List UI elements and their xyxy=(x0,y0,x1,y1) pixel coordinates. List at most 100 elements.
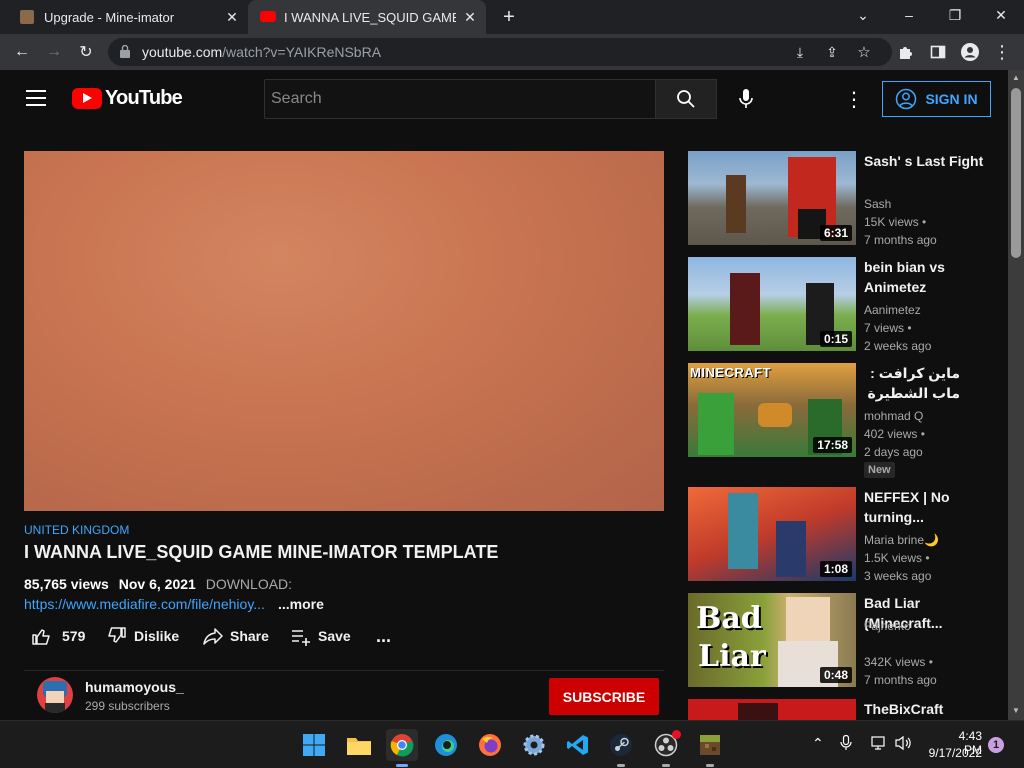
firefox-icon[interactable] xyxy=(474,729,506,761)
profile-avatar-icon[interactable] xyxy=(958,40,982,64)
mine-imator-favicon-icon xyxy=(20,10,34,24)
suggested-video-title[interactable]: Sash' s Last Fight xyxy=(864,151,984,171)
more-actions-button[interactable]: ... xyxy=(376,622,391,650)
suggested-channel[interactable]: Aanimetez xyxy=(864,303,921,317)
suggested-video[interactable]: 6:31 Sash' s Last Fight Sash 15K views •… xyxy=(688,151,998,251)
scroll-down-arrow-icon[interactable]: ▼ xyxy=(1012,706,1020,715)
microphone-icon xyxy=(739,89,753,108)
suggested-channel[interactable]: Fajnerko xyxy=(864,619,911,633)
extensions-puzzle-icon[interactable] xyxy=(894,40,918,64)
new-badge: New xyxy=(864,462,895,478)
video-thumbnail[interactable]: 0:15 xyxy=(688,257,856,351)
tab-title: I WANNA LIVE_SQUID GAME MINE xyxy=(284,10,456,25)
show-more-link[interactable]: ...more xyxy=(278,596,324,612)
youtube-wordmark: YouTube xyxy=(105,86,183,109)
new-tab-button[interactable]: + xyxy=(498,6,520,28)
suggested-video[interactable]: MINECRAFT 17:58 ماين كرافت : ماب الشطيرة… xyxy=(688,363,998,481)
tab-upgrade-mine-imator[interactable]: Upgrade - Mine-imator ✕ xyxy=(8,0,246,34)
suggested-age: 2 weeks ago xyxy=(864,339,932,353)
clock-date[interactable]: 9/17/2022 xyxy=(926,746,982,760)
youtube-logo[interactable]: YouTube xyxy=(72,86,183,109)
account-circle-icon xyxy=(896,88,917,110)
suggested-channel[interactable]: Maria brine🌙 xyxy=(864,533,939,547)
video-title: I WANNA LIVE_SQUID GAME MINE-IMATOR TEMP… xyxy=(24,542,499,562)
suggested-video-title[interactable]: ماين كرافت : ماب الشطيرة (المواجهة... xyxy=(864,363,960,403)
suggested-video[interactable]: TheBixCraft xyxy=(688,699,998,720)
thumbs-up-icon xyxy=(32,629,50,645)
video-thumbnail[interactable] xyxy=(688,699,856,720)
youtube-header: YouTube ⋮ SIGN IN xyxy=(0,70,1008,126)
scroll-up-arrow-icon[interactable]: ▲ xyxy=(1012,73,1020,82)
minimize-button[interactable]: – xyxy=(886,0,932,30)
description-link[interactable]: https://www.mediafire.com/file/nehioy... xyxy=(24,596,272,612)
back-arrow-icon[interactable]: ← xyxy=(10,40,34,64)
network-icon[interactable] xyxy=(871,735,887,754)
vscode-icon[interactable] xyxy=(562,729,594,761)
windows-taskbar: ⌃ 4:43 PM 9/17/2022 1 xyxy=(0,720,1024,768)
bookmark-star-icon[interactable]: ☆ xyxy=(852,40,876,64)
dislike-button[interactable]: Dislike xyxy=(106,622,179,650)
volume-icon[interactable] xyxy=(895,735,913,754)
like-button[interactable]: 579 xyxy=(30,622,85,650)
video-player[interactable] xyxy=(24,151,664,511)
suggested-channel[interactable]: Sash xyxy=(864,197,891,211)
close-tab-icon[interactable]: ✕ xyxy=(462,9,478,25)
reload-icon[interactable]: ↻ xyxy=(74,40,98,64)
notification-count-badge[interactable]: 1 xyxy=(988,737,1004,753)
scrollbar-thumb[interactable] xyxy=(1011,88,1021,258)
video-thumbnail[interactable]: MINECRAFT 17:58 xyxy=(688,363,856,457)
restore-button[interactable]: ❐ xyxy=(932,0,978,30)
settings-gear-icon[interactable] xyxy=(518,729,550,761)
suggested-views: 15K views • xyxy=(864,215,927,229)
voice-search-button[interactable] xyxy=(731,84,761,114)
video-thumbnail[interactable]: 1:08 xyxy=(688,487,856,581)
obs-recorder-icon[interactable] xyxy=(650,729,682,767)
forward-arrow-icon[interactable]: → xyxy=(42,40,66,64)
share-label: Share xyxy=(230,628,269,644)
suggested-video-title[interactable]: NEFFEX | No turning... xyxy=(864,487,984,527)
address-bar[interactable]: youtube.com/watch?v=YAIKReNSbRA ⤓ ⇪ ☆ xyxy=(108,38,892,66)
location-tag[interactable]: UNITED KINGDOM xyxy=(24,523,129,537)
tray-overflow-chevron-icon[interactable]: ⌃ xyxy=(812,735,824,752)
share-button[interactable]: Share xyxy=(202,622,269,650)
view-count: 85,765 views xyxy=(24,576,109,592)
url-host: youtube.com xyxy=(142,44,223,60)
search-icon xyxy=(677,90,695,108)
search-input[interactable] xyxy=(265,80,655,118)
video-thumbnail[interactable]: 6:31 xyxy=(688,151,856,245)
windows-start-icon[interactable] xyxy=(298,729,330,761)
youtube-favicon-icon xyxy=(260,11,276,22)
tab-youtube-video[interactable]: I WANNA LIVE_SQUID GAME MINE ✕ xyxy=(248,0,486,34)
settings-kebab-icon[interactable]: ⋮ xyxy=(842,87,866,111)
lock-icon xyxy=(120,44,130,58)
tab-search-chevron-icon[interactable]: ⌄ xyxy=(840,0,886,30)
steam-icon[interactable] xyxy=(605,729,637,767)
channel-name[interactable]: humamoyous_ xyxy=(85,679,184,695)
search-button[interactable] xyxy=(655,79,717,119)
install-app-icon[interactable]: ⤓ xyxy=(788,40,812,64)
sign-in-button[interactable]: SIGN IN xyxy=(882,81,991,117)
video-thumbnail[interactable]: Bad Liar 0:48 xyxy=(688,593,856,687)
close-tab-icon[interactable]: ✕ xyxy=(224,9,240,25)
suggested-video[interactable]: 0:15 bein bian vs Animetez Aanimetez 7 v… xyxy=(688,257,998,357)
side-panel-icon[interactable] xyxy=(926,40,950,64)
playlist-add-icon xyxy=(292,630,310,646)
close-window-button[interactable]: ✕ xyxy=(978,0,1024,30)
chrome-browser-icon[interactable] xyxy=(386,729,418,767)
file-explorer-icon[interactable] xyxy=(343,729,375,761)
edge-browser-icon[interactable] xyxy=(430,729,462,761)
suggested-video-title[interactable]: TheBixCraft xyxy=(864,699,984,719)
suggested-video[interactable]: Bad Liar 0:48 Bad Liar (Minecraft... Faj… xyxy=(688,593,998,693)
suggested-video[interactable]: 1:08 NEFFEX | No turning... Maria brine🌙… xyxy=(688,487,998,587)
channel-avatar[interactable] xyxy=(37,677,73,713)
save-button[interactable]: Save xyxy=(290,622,351,650)
subscribe-button[interactable]: SUBSCRIBE xyxy=(549,678,659,715)
suggested-channel[interactable]: mohmad Q xyxy=(864,409,923,423)
suggested-video-title[interactable]: bein bian vs Animetez xyxy=(864,257,984,297)
share-page-icon[interactable]: ⇪ xyxy=(820,40,844,64)
hamburger-menu-icon[interactable] xyxy=(26,90,46,106)
mine-imator-app-icon[interactable] xyxy=(694,729,726,767)
chrome-menu-icon[interactable]: ⋮ xyxy=(990,40,1014,64)
microphone-tray-icon[interactable] xyxy=(840,734,852,754)
url-path: /watch?v=YAIKReNSbRA xyxy=(222,44,382,60)
